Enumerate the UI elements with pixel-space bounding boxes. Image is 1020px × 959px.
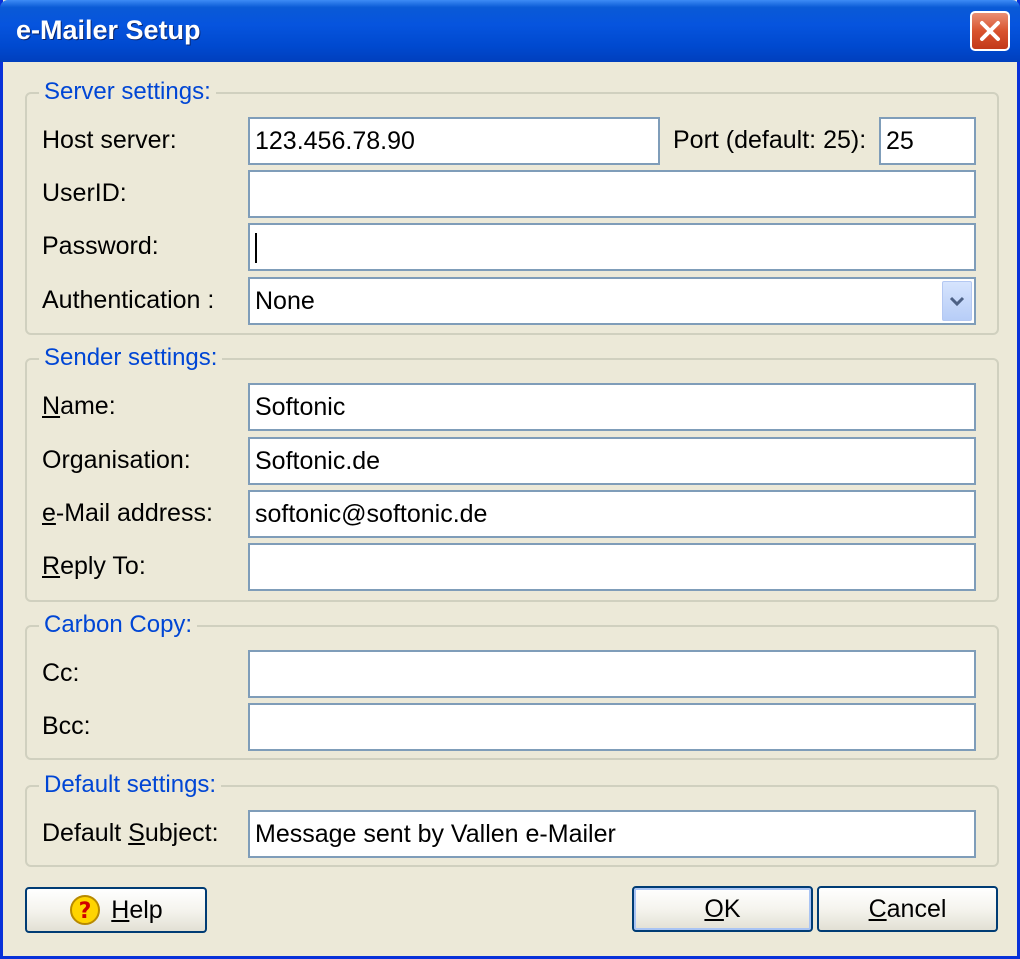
cancel-button[interactable]: Cancel [817,886,998,932]
cc-input[interactable] [248,650,976,698]
help-label-accelerator: H [111,895,130,924]
authentication-value: None [255,287,315,315]
cancel-label-text: ancel [886,894,947,923]
email-label: e-Mail address: [42,498,213,528]
ok-label: OK [704,895,740,924]
organisation-label: Organisation: [42,446,191,474]
email-label-accelerator: e [42,499,56,527]
carbon-copy-legend: Carbon Copy: [39,610,198,640]
close-button[interactable] [970,11,1010,51]
password-input[interactable] [248,223,976,271]
authentication-select[interactable]: None [248,277,976,325]
name-label-text: ame: [60,392,116,420]
default-subject-label-prefix: Default [42,819,129,847]
help-label-text: elp [129,895,163,924]
name-label-accelerator: N [42,392,61,420]
cancel-label-accelerator: C [868,894,887,923]
authentication-dropdown-button[interactable] [942,281,972,321]
close-icon [980,21,1000,41]
reply-to-input[interactable] [248,543,976,591]
email-input[interactable]: softonic@softonic.de [248,490,976,538]
userid-label: UserID: [42,179,127,207]
default-settings-legend: Default settings: [39,770,222,800]
ok-label-text: K [723,894,741,923]
setup-dialog: e-Mailer Setup Server settings: Host ser… [0,0,1020,959]
chevron-down-icon [949,296,965,307]
organisation-input[interactable]: Softonic.de [248,437,976,485]
cancel-label: Cancel [869,895,947,924]
ok-button[interactable]: OK [632,886,813,932]
reply-to-label-text: eply To: [60,552,146,580]
question-mark-icon: ? [70,895,101,925]
host-server-label: Host server: [42,126,177,154]
name-input[interactable]: Softonic [248,383,976,431]
title-bar[interactable]: e-Mailer Setup [0,0,1020,62]
reply-to-label-accelerator: R [42,552,61,580]
bcc-label: Bcc: [42,712,91,740]
port-label: Port (default: 25): [673,126,867,154]
default-subject-input[interactable]: Message sent by Vallen e-Mailer [248,810,976,858]
authentication-label: Authentication : [42,286,215,314]
default-subject-label: Default Subject: [42,818,219,848]
server-settings-legend: Server settings: [39,77,216,107]
cc-label: Cc: [42,659,80,687]
name-label: Name: [42,391,116,421]
sender-settings-legend: Sender settings: [39,343,223,373]
default-subject-label-text: ubject: [144,819,219,847]
bcc-input[interactable] [248,703,976,751]
help-label: Help [111,896,162,925]
reply-to-label: Reply To: [42,551,146,581]
host-server-input[interactable]: 123.456.78.90 [248,117,660,165]
password-label: Password: [42,232,159,260]
text-caret [255,233,257,264]
userid-input[interactable] [248,170,976,218]
default-subject-label-accelerator: S [128,819,145,847]
svg-text:?: ? [79,899,92,924]
ok-label-accelerator: O [704,894,724,923]
window-title: e-Mailer Setup [16,15,201,45]
help-button[interactable]: ? Help [25,887,207,933]
port-input[interactable]: 25 [879,117,976,165]
email-label-text: -Mail address: [55,499,213,527]
